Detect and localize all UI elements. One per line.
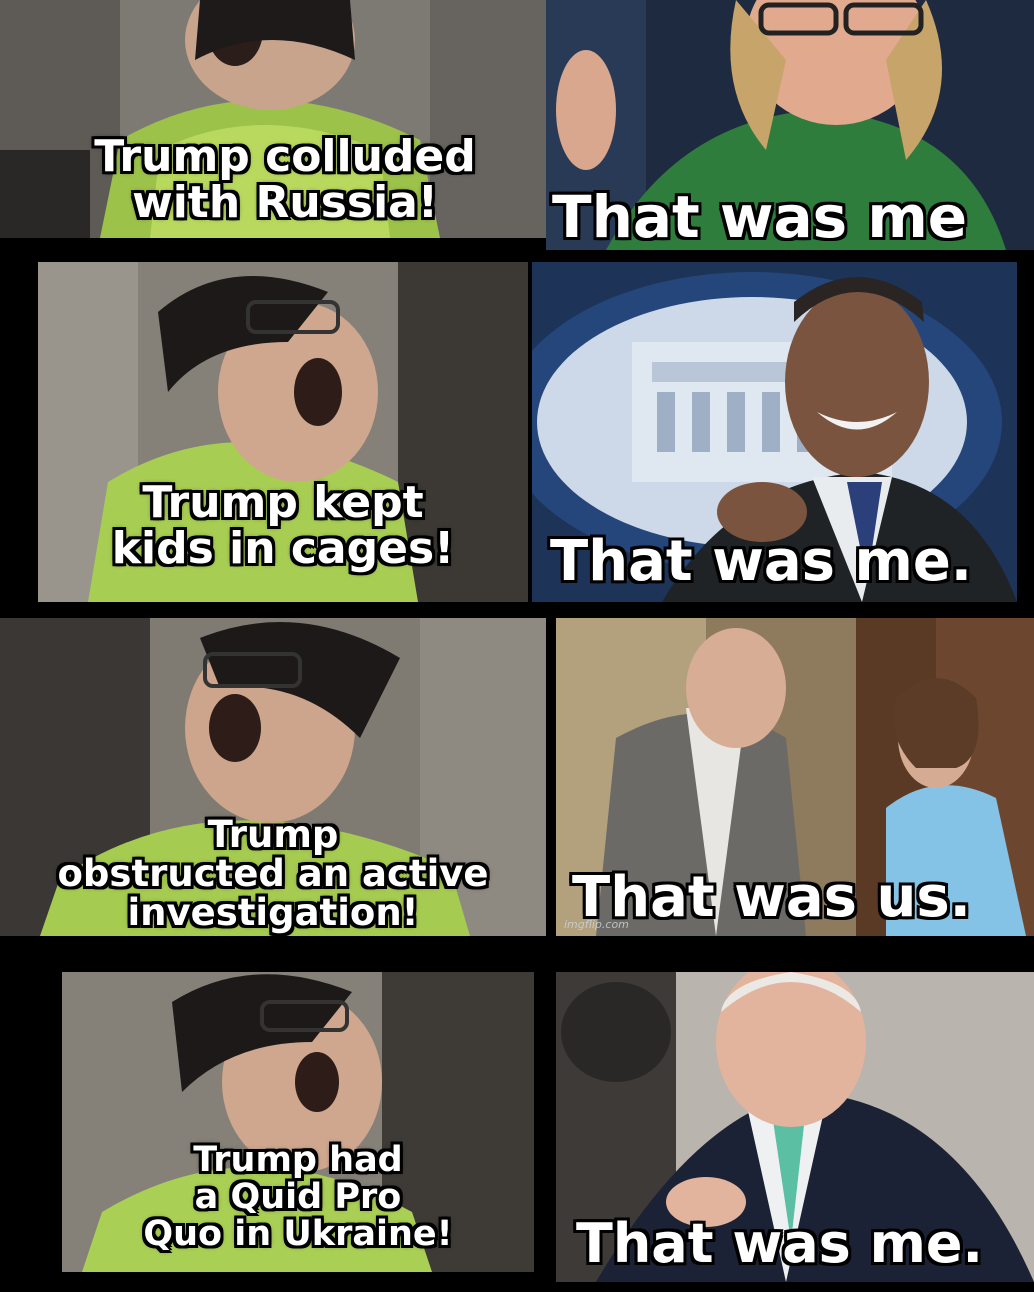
caption-line: Trump <box>207 813 339 856</box>
row4-left-caption: Trump had a Quid Pro Quo in Ukraine! <box>62 1142 534 1252</box>
row3-left-caption: Trump obstructed an active investigation… <box>0 813 546 934</box>
caption-line: obstructed an active <box>57 851 489 895</box>
row2-left-photo: Trump kept kids in cages! <box>38 262 528 602</box>
row2-right-photo: That was me. <box>532 262 1017 602</box>
row4-right-photo: That was me. <box>556 972 1034 1282</box>
caption-line: Trump had <box>193 1140 403 1180</box>
row2-left-caption: Trump kept kids in cages! <box>38 477 528 575</box>
caption-line: kids in cages! <box>111 523 455 575</box>
caption-line: Quo in Ukraine! <box>143 1213 453 1254</box>
caption-line: Trump colluded <box>94 131 476 182</box>
row1-left-photo: Trump colluded with Russia! <box>0 0 546 238</box>
row1-right-caption: That was me <box>552 183 968 250</box>
row1-right-photo: That was me <box>546 0 1034 250</box>
row4-right-caption: That was me. <box>576 1212 984 1275</box>
row3-left-photo: Trump obstructed an active investigation… <box>0 618 546 936</box>
caption-line: with Russia! <box>132 177 438 229</box>
row2-right-caption: That was me. <box>550 529 973 594</box>
row3-right-caption: That was us. <box>572 865 971 930</box>
caption-line: a Quid Pro <box>194 1176 402 1217</box>
row4-left-photo: Trump had a Quid Pro Quo in Ukraine! <box>62 972 534 1272</box>
row1-left-caption: Trump colluded with Russia! <box>40 131 530 229</box>
caption-line: Trump kept <box>142 477 424 528</box>
imgflip-watermark: imgflip.com <box>564 918 629 931</box>
caption-line: investigation! <box>127 890 419 934</box>
row3-right-photo: That was us. imgflip.com <box>556 618 1034 936</box>
